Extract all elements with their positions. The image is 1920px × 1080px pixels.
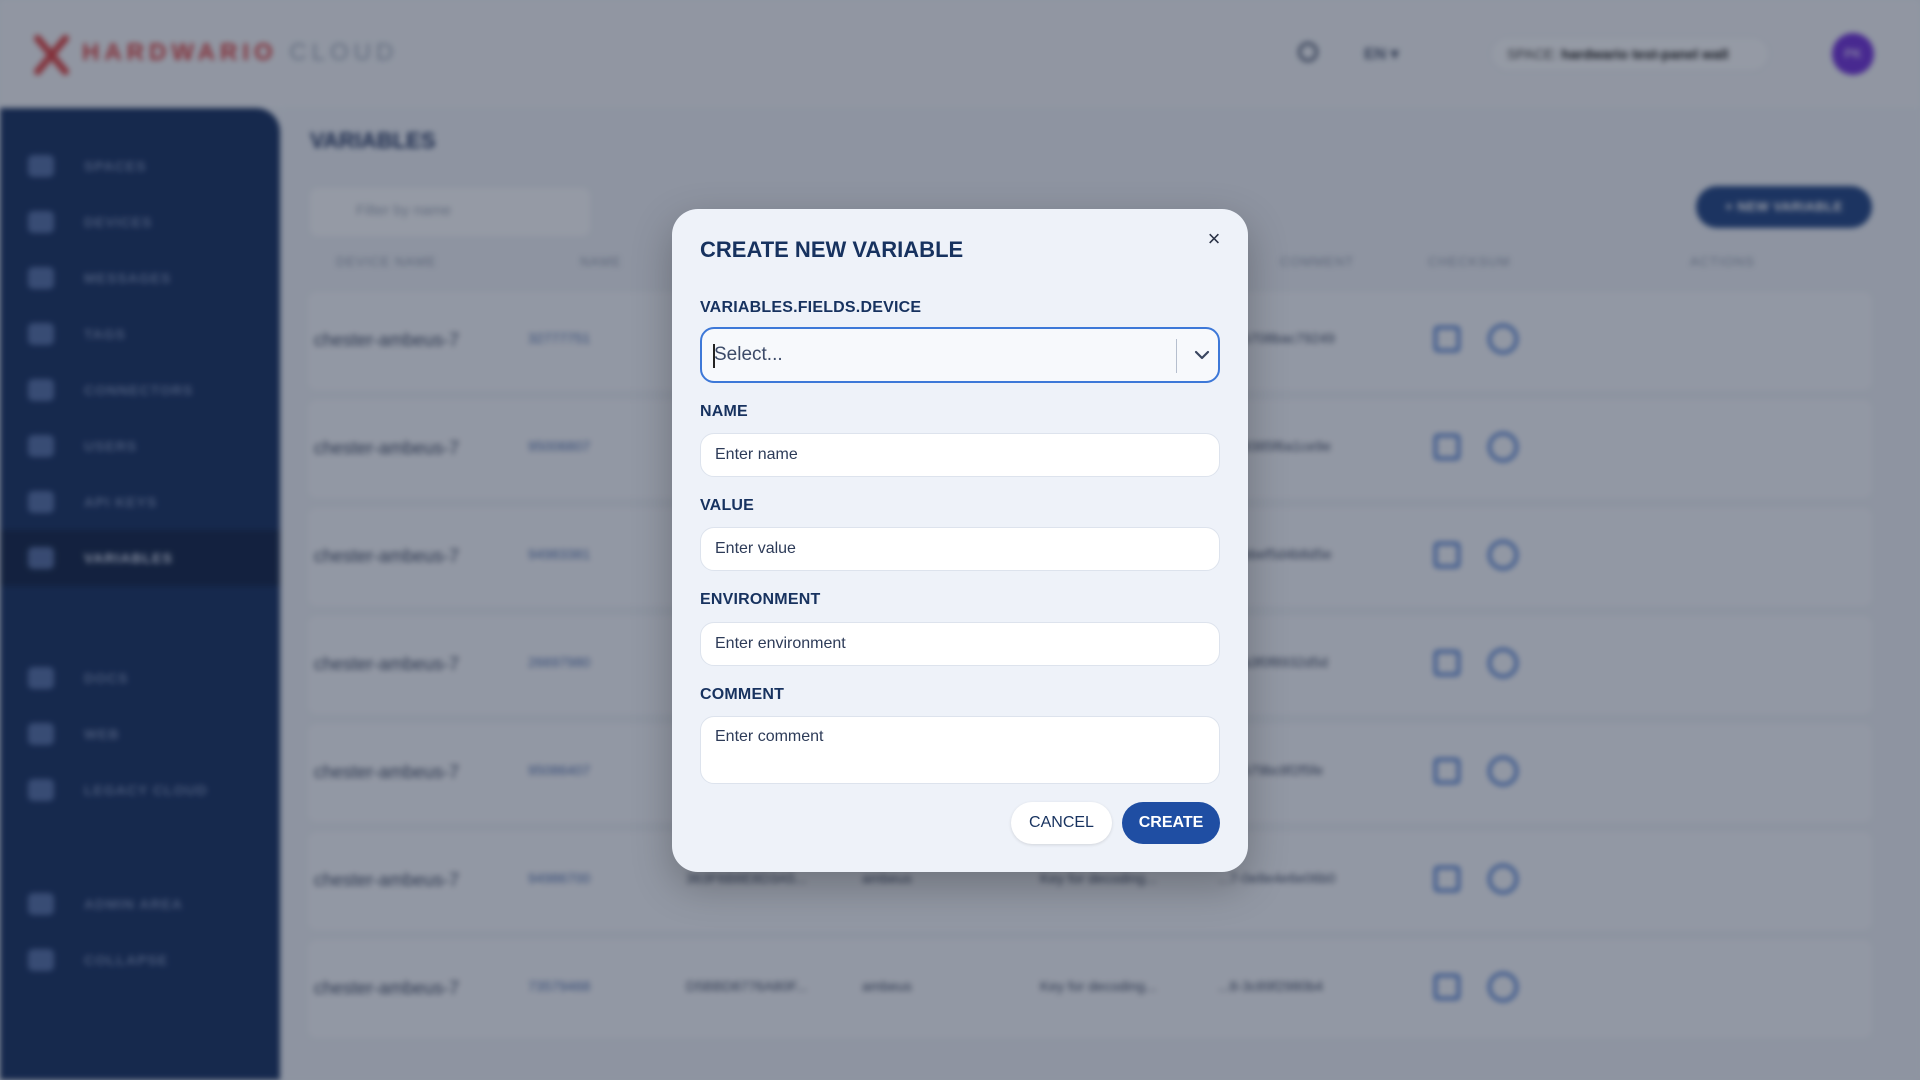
comment-textarea[interactable]: [700, 716, 1220, 784]
create-button[interactable]: CREATE: [1122, 802, 1220, 844]
value-label: VALUE: [700, 497, 755, 514]
environment-label: ENVIRONMENT: [700, 591, 821, 608]
name-input[interactable]: [700, 433, 1220, 477]
environment-input[interactable]: [700, 622, 1220, 666]
device-select-placeholder: Select...: [714, 344, 783, 365]
device-label: VARIABLES.FIELDS.DEVICE: [700, 299, 922, 316]
comment-label: COMMENT: [700, 686, 785, 703]
cancel-button[interactable]: CANCEL: [1011, 802, 1112, 844]
chevron-down-icon[interactable]: [1192, 345, 1212, 365]
value-input[interactable]: [700, 527, 1220, 571]
close-icon[interactable]: ×: [1202, 227, 1226, 251]
device-select[interactable]: Select...: [700, 327, 1220, 383]
create-variable-dialog: CREATE NEW VARIABLE × VARIABLES.FIELDS.D…: [672, 209, 1248, 872]
select-separator: [1176, 339, 1177, 373]
dialog-title: CREATE NEW VARIABLE: [700, 237, 964, 262]
name-label: NAME: [700, 403, 748, 420]
